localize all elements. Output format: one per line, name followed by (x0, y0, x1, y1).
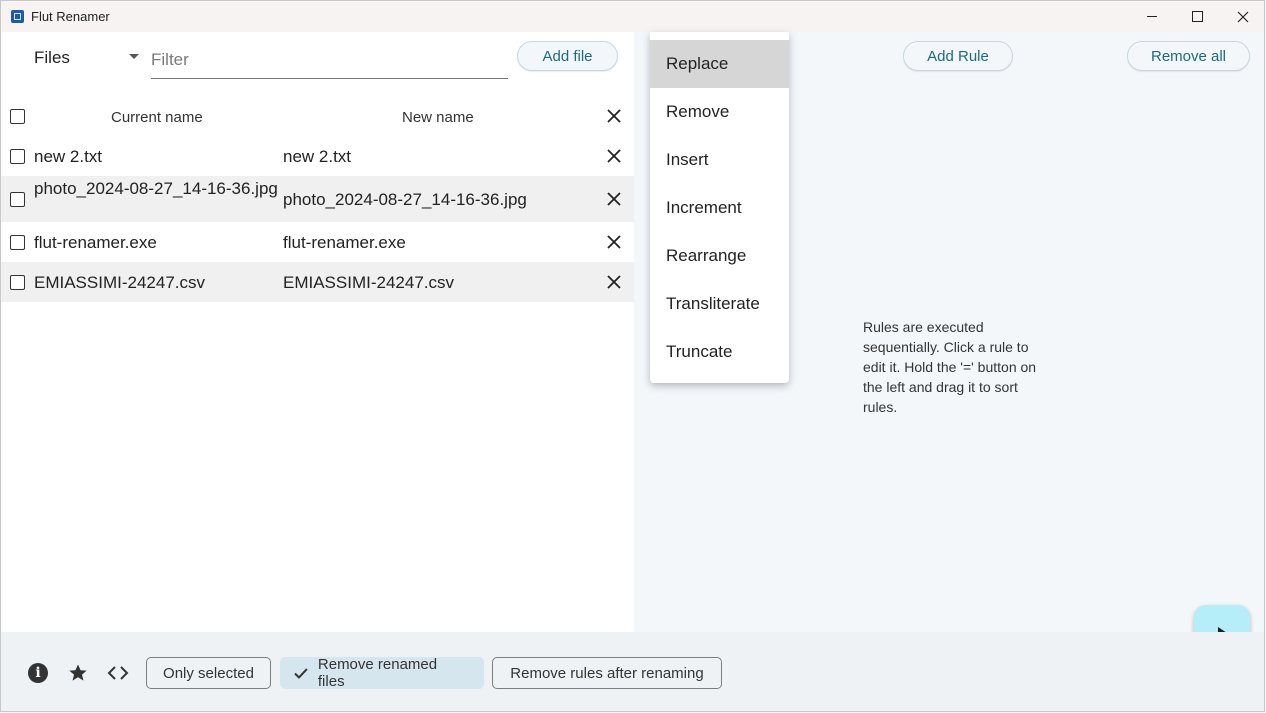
files-dropdown-icon[interactable] (129, 54, 139, 59)
menu-item-insert[interactable]: Insert (650, 136, 789, 184)
remove-row-icon[interactable] (607, 275, 621, 289)
rules-hint-text: Rules are executed sequentially. Click a… (863, 319, 1037, 415)
menu-item-truncate[interactable]: Truncate (650, 328, 789, 376)
title-bar: Flut Renamer (1, 1, 1264, 32)
remove-row-icon[interactable] (607, 235, 621, 249)
checkmark-icon (294, 668, 308, 679)
remove-renamed-files-chip[interactable]: Remove renamed files (280, 656, 484, 690)
table-row[interactable]: flut-renamer.exe flut-renamer.exe (1, 222, 634, 262)
remove-rules-after-renaming-chip[interactable]: Remove rules after renaming (492, 657, 722, 689)
row-checkbox[interactable] (10, 275, 25, 290)
add-rule-button[interactable]: Add Rule (903, 41, 1013, 71)
current-name-cell: new 2.txt (34, 147, 103, 166)
column-header-new-name: New name (402, 109, 474, 126)
row-checkbox[interactable] (10, 149, 25, 164)
remove-row-icon[interactable] (607, 192, 621, 206)
current-name-cell: flut-renamer.exe (34, 233, 157, 252)
current-name-cell: EMIASSIMI-24247.csv (34, 273, 206, 292)
rule-type-menu: Replace Remove Insert Increment Rearrang… (650, 32, 789, 383)
app-window: Flut Renamer Files Add file Current name… (0, 0, 1265, 712)
menu-item-transliterate[interactable]: Transliterate (650, 280, 789, 328)
table-row[interactable]: photo_2024-08-27_14-16-36.jpg photo_2024… (1, 176, 634, 222)
close-icon (1237, 11, 1249, 22)
table-row[interactable]: new 2.txt new 2.txt (1, 136, 634, 176)
remove-all-button[interactable]: Remove all (1127, 41, 1250, 71)
new-name-cell: EMIASSIMI-24247.csv (283, 273, 455, 292)
select-all-checkbox[interactable] (10, 109, 25, 124)
remove-row-icon[interactable] (607, 149, 621, 163)
row-checkbox[interactable] (10, 192, 25, 207)
menu-item-remove[interactable]: Remove (650, 88, 789, 136)
files-label: Files (34, 48, 70, 67)
new-name-cell: new 2.txt (283, 147, 352, 166)
info-icon[interactable]: i (28, 663, 48, 683)
menu-item-rearrange[interactable]: Rearrange (650, 232, 789, 280)
clear-all-icon[interactable] (607, 109, 621, 123)
app-logo-icon (11, 10, 24, 23)
window-title: Flut Renamer (31, 9, 110, 24)
column-header-current-name: Current name (111, 109, 203, 126)
menu-item-replace[interactable]: Replace (650, 40, 789, 88)
star-icon[interactable] (68, 663, 88, 683)
remove-renamed-files-label: Remove renamed files (317, 656, 438, 690)
only-selected-chip[interactable]: Only selected (146, 657, 271, 689)
new-name-cell: photo_2024-08-27_14-16-36.jpg (283, 190, 527, 209)
bottom-bar: i Only selected Remove renamed files Rem… (1, 632, 1264, 711)
row-checkbox[interactable] (10, 235, 25, 250)
current-name-cell: photo_2024-08-27_14-16-36.jpg (34, 179, 278, 198)
new-name-cell: flut-renamer.exe (283, 233, 406, 252)
code-icon[interactable] (107, 664, 129, 682)
maximize-button[interactable] (1174, 1, 1220, 32)
close-window-button[interactable] (1220, 1, 1264, 32)
add-file-button[interactable]: Add file (517, 41, 618, 71)
menu-item-increment[interactable]: Increment (650, 184, 789, 232)
minimize-button[interactable] (1129, 1, 1175, 32)
file-table-header: Current name New name (1, 96, 634, 136)
files-panel: Files Add file Current name New name new… (1, 32, 634, 632)
filter-input[interactable] (151, 42, 508, 79)
table-row[interactable]: EMIASSIMI-24247.csv EMIASSIMI-24247.csv (1, 262, 634, 302)
